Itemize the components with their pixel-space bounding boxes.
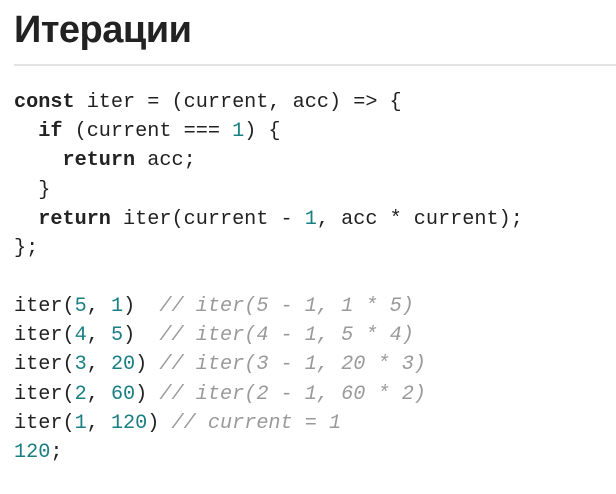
number-token: 1 (74, 411, 87, 435)
code-block-calls: iter(5, 1) // iter(5 - 1, 1 * 5) iter(4, … (14, 292, 426, 467)
code-token: iter( (14, 295, 75, 318)
code-line: iter(4, 5) // iter(4 - 1, 5 * 4) (14, 321, 426, 350)
code-line: return iter(current - 1, acc * current); (14, 205, 523, 234)
number-token: 1 (110, 295, 124, 318)
code-line: }; (14, 234, 523, 263)
number-token: 5 (74, 295, 87, 318)
code-token: , (86, 295, 111, 318)
number-token: 60 (110, 382, 136, 406)
title-divider (14, 64, 616, 66)
code-line: iter(2, 60) // iter(2 - 1, 60 * 2) (14, 380, 426, 409)
code-token: iter( (14, 324, 75, 348)
code-line: 120; (14, 438, 426, 467)
code-token: iter(current - (110, 207, 305, 231)
number-token: 120 (110, 411, 148, 435)
comment-token: // iter(3 - 1, 20 * 3) (159, 353, 426, 377)
code-token: , (86, 411, 111, 435)
code-token: acc; (135, 149, 196, 173)
number-token: 20 (110, 353, 136, 377)
keyword-token: const (14, 91, 75, 114)
code-block-function: const iter = (current, acc) => { if (cur… (14, 88, 523, 263)
code-token: iter( (14, 411, 75, 435)
code-token: , (86, 353, 111, 377)
keyword-token: return (38, 207, 111, 231)
code-token: }; (14, 236, 39, 260)
page-title: Итерации (14, 9, 192, 51)
code-line: iter(1, 120) // current = 1 (14, 409, 426, 438)
code-token: ; (50, 440, 63, 464)
number-token: 120 (14, 440, 51, 464)
keyword-token: if (38, 120, 63, 144)
code-token: ) (135, 382, 160, 406)
number-token: 1 (232, 120, 245, 144)
number-token: 4 (74, 324, 87, 348)
code-token: , (86, 382, 111, 406)
number-token: 1 (304, 207, 317, 231)
number-token: 3 (74, 353, 87, 377)
code-token: ) (123, 295, 160, 318)
comment-token: // current = 1 (171, 411, 342, 435)
comment-token: // iter(5 - 1, 1 * 5) (159, 295, 414, 318)
code-token: iter( (14, 353, 75, 377)
code-line: if (current === 1) { (14, 117, 523, 146)
code-token: , acc * current); (316, 207, 523, 231)
code-token: } (14, 178, 51, 202)
code-token: ) { (244, 120, 281, 144)
code-line: iter(3, 20) // iter(3 - 1, 20 * 3) (14, 350, 426, 379)
slide: Итерации const iter = (current, acc) => … (0, 0, 616, 494)
keyword-token: return (62, 149, 136, 173)
code-token: iter( (14, 382, 75, 406)
code-token: iter = (current, acc) => { (74, 91, 402, 114)
code-line: return acc; (14, 146, 523, 175)
code-line: iter(5, 1) // iter(5 - 1, 1 * 5) (14, 292, 426, 321)
code-line: const iter = (current, acc) => { (14, 88, 523, 117)
comment-token: // iter(2 - 1, 60 * 2) (159, 382, 426, 406)
code-token: ) (135, 353, 160, 377)
number-token: 5 (110, 324, 124, 348)
code-token: (current === (62, 120, 233, 144)
code-token: ) (123, 324, 160, 348)
code-token: , (86, 324, 111, 348)
number-token: 2 (74, 382, 87, 406)
code-line: } (14, 176, 523, 205)
comment-token: // iter(4 - 1, 5 * 4) (159, 324, 414, 348)
code-token: ) (147, 411, 172, 435)
